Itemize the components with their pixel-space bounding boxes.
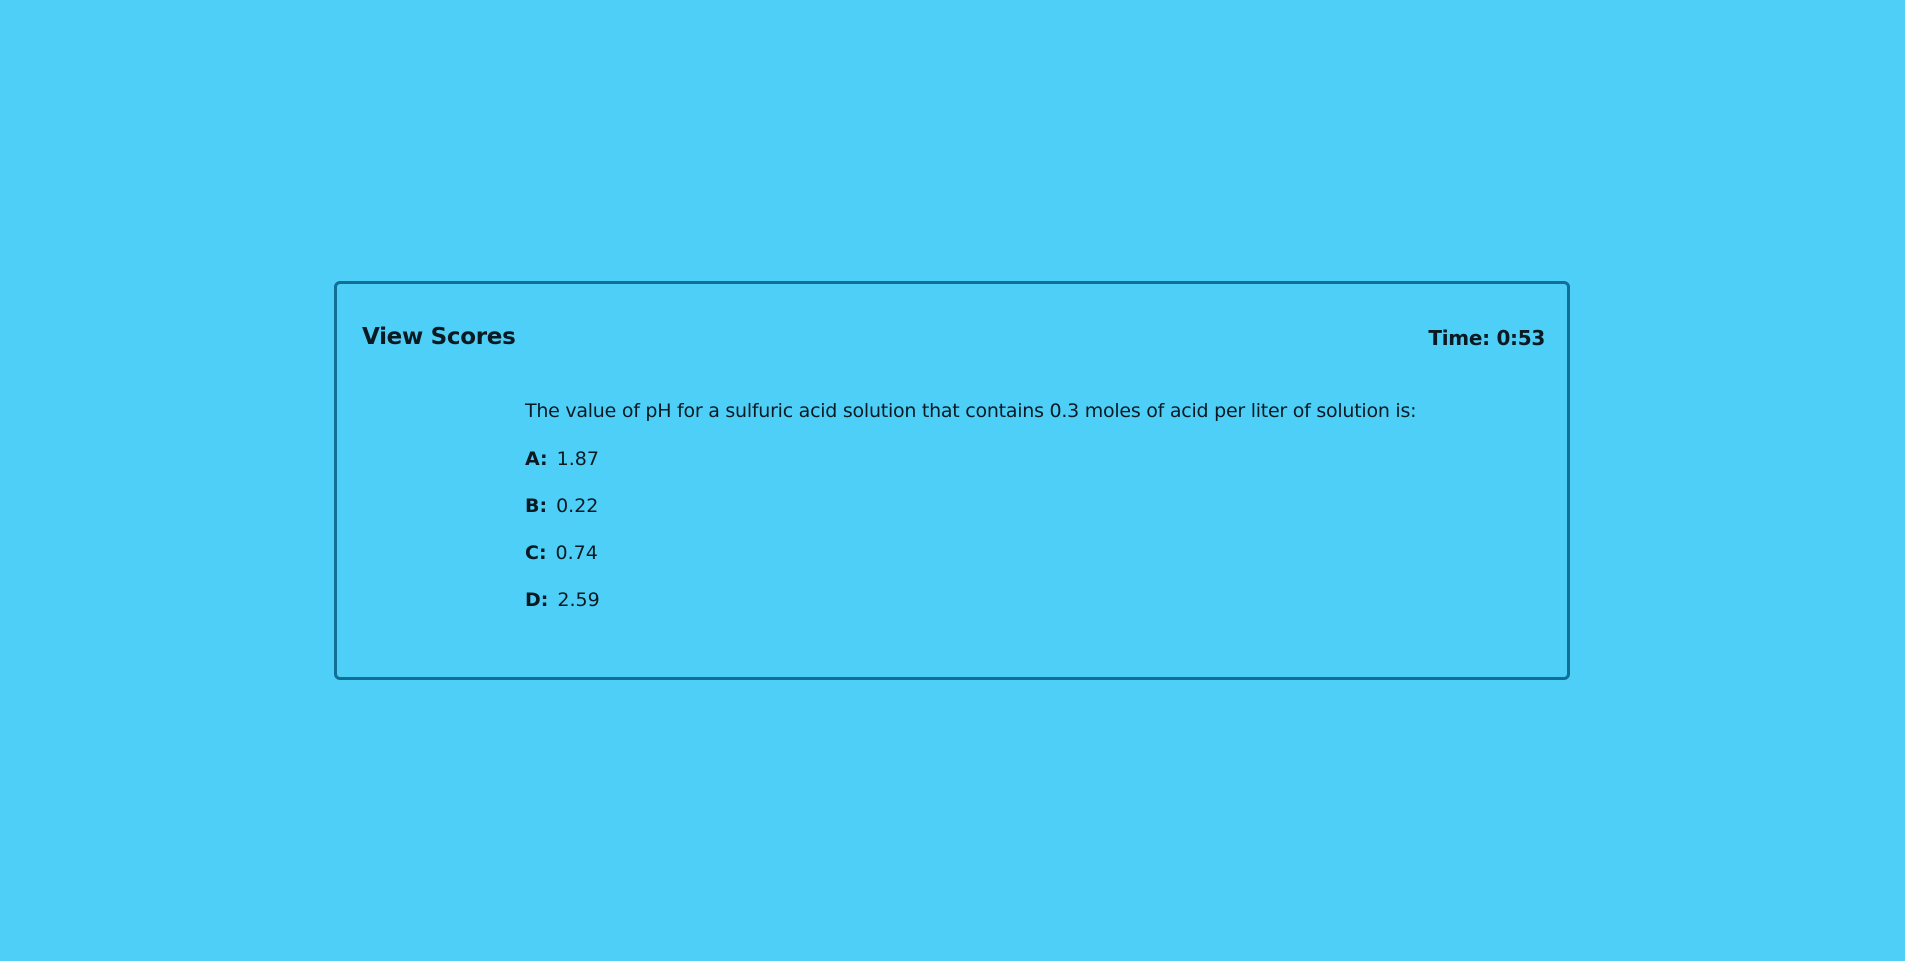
answer-value: 1.87 xyxy=(556,448,599,470)
answer-value: 0.22 xyxy=(556,495,599,517)
answer-option-b[interactable]: B: 0.22 xyxy=(525,497,1535,544)
view-scores-button[interactable]: View Scores xyxy=(362,326,516,349)
answer-value: 2.59 xyxy=(557,589,600,611)
answer-option-d[interactable]: D: 2.59 xyxy=(525,591,1535,638)
answer-letter: C: xyxy=(525,542,547,564)
answer-letter: B: xyxy=(525,495,548,517)
answer-letter: D: xyxy=(525,589,549,611)
question-text: The value of pH for a sulfuric acid solu… xyxy=(525,400,1417,422)
answer-option-c[interactable]: C: 0.74 xyxy=(525,544,1535,591)
answer-letter: A: xyxy=(525,448,548,470)
answer-value: 0.74 xyxy=(555,542,598,564)
timer: Time: 0:53 xyxy=(1428,326,1545,350)
question-block: The value of pH for a sulfuric acid solu… xyxy=(525,402,1535,638)
quiz-card: View Scores Time: 0:53 The value of pH f… xyxy=(334,281,1570,680)
answer-option-a[interactable]: A: 1.87 xyxy=(525,450,1535,497)
